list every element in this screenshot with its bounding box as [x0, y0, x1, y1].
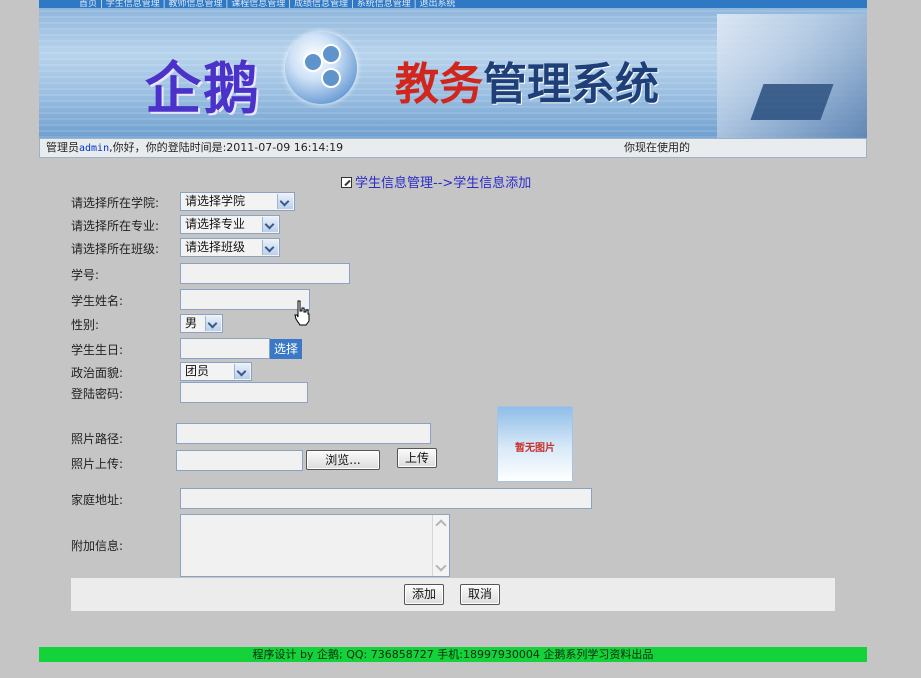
chevron-down-icon[interactable] [262, 217, 278, 232]
cancel-button[interactable]: 取消 [460, 584, 500, 605]
student-id-input[interactable] [180, 263, 350, 284]
password-input[interactable] [180, 382, 308, 403]
status-greeting: ,你好，你的登陆时间是:2011-07-09 16:14:19 [109, 141, 344, 154]
edit-icon [341, 177, 352, 188]
class-select-value: 请选择班级 [185, 240, 246, 254]
top-nav-text[interactable]: 首页 | 学生信息管理 | 教师信息管理 | 课程信息管理 | 成绩信息管理 |… [79, 0, 456, 8]
extra-info-label: 附加信息: [71, 539, 124, 553]
chevron-down-icon[interactable] [205, 316, 221, 331]
college-label: 请选择所在学院: [71, 196, 160, 210]
chevron-down-icon[interactable] [262, 240, 278, 255]
photo-path-label: 照片路径: [71, 432, 124, 446]
logo-left-text: 企鹅 [145, 56, 261, 122]
political-select[interactable]: 团员 [180, 362, 252, 381]
political-select-value: 团员 [185, 364, 210, 378]
header-banner: 企鹅 教务管理系统 [39, 8, 867, 138]
student-name-input[interactable] [180, 289, 310, 310]
page-title-text: 学生信息管理-->学生信息添加 [355, 176, 532, 191]
photo-preview: 暂无图片 [497, 406, 573, 482]
orb-dot [321, 68, 341, 88]
college-select-value: 请选择学院 [185, 194, 246, 208]
book-graphic [750, 84, 834, 120]
gender-select-value: 男 [185, 316, 198, 330]
birthday-input[interactable] [180, 338, 270, 359]
upload-button[interactable]: 上传 [397, 448, 437, 468]
major-label: 请选择所在专业: [71, 219, 160, 233]
add-button[interactable]: 添加 [404, 584, 444, 605]
photo-file-input[interactable] [176, 450, 303, 471]
logo-red-text: 教务 [395, 59, 483, 110]
scroll-down-icon[interactable] [435, 560, 447, 572]
logo-right-text: 教务管理系统 [395, 48, 659, 112]
gender-label: 性别: [71, 318, 100, 332]
page-title: 学生信息管理-->学生信息添加 [341, 172, 531, 191]
student-name-label: 学生姓名: [71, 294, 124, 308]
class-select[interactable]: 请选择班级 [180, 238, 280, 257]
photo-path-input[interactable] [176, 423, 431, 444]
chevron-down-icon[interactable] [234, 364, 250, 379]
major-select[interactable]: 请选择专业 [180, 215, 280, 234]
orb-dot [303, 52, 323, 72]
scroll-up-icon[interactable] [435, 519, 447, 531]
banner-photo [717, 14, 867, 138]
major-select-value: 请选择专业 [185, 217, 246, 231]
textarea-scrollbar[interactable] [432, 515, 449, 576]
address-input[interactable] [180, 488, 592, 509]
pick-date-button[interactable]: 选择 [270, 339, 302, 359]
college-select[interactable]: 请选择学院 [180, 192, 295, 211]
address-label: 家庭地址: [71, 493, 124, 507]
class-label: 请选择所在班级: [71, 242, 160, 256]
password-label: 登陆密码: [71, 387, 124, 401]
logo-blue-text: 管理系统 [483, 59, 659, 110]
gender-select[interactable]: 男 [180, 314, 223, 333]
status-prefix: 管理员 [46, 141, 79, 154]
birthday-label: 学生生日: [71, 343, 124, 357]
top-nav-bar[interactable]: 首页 | 学生信息管理 | 教师信息管理 | 课程信息管理 | 成绩信息管理 |… [39, 0, 867, 8]
footer-bar: 程序设计 by 企鹅; QQ: 736858727 手机:18997930004… [39, 647, 867, 662]
orb-dot [321, 44, 341, 64]
status-right-text: 你现在使用的 [624, 141, 690, 154]
logo-orb-icon [285, 32, 357, 104]
chevron-down-icon[interactable] [277, 194, 293, 209]
photo-upload-label: 照片上传: [71, 457, 124, 471]
browse-button[interactable]: 浏览... [306, 450, 380, 470]
political-label: 政治面貌: [71, 366, 124, 380]
footer-text: 程序设计 by 企鹅; QQ: 736858727 手机:18997930004… [252, 648, 654, 661]
extra-info-textarea[interactable] [180, 514, 450, 577]
student-id-label: 学号: [71, 268, 100, 282]
action-bar: 添加 取消 [71, 578, 835, 611]
hand-cursor-icon [294, 300, 310, 326]
photo-placeholder-text: 暂无图片 [515, 443, 555, 454]
status-username: admin [79, 143, 110, 154]
status-bar: 管理员admin,你好，你的登陆时间是:2011-07-09 16:14:19 … [39, 138, 867, 158]
